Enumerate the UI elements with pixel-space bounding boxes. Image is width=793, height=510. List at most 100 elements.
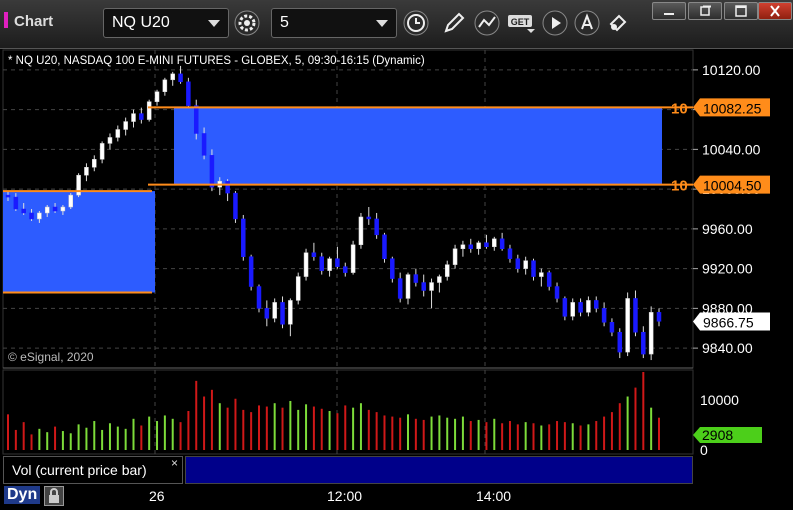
time-label-2pm: 14:00: [476, 488, 512, 504]
candle-body: [311, 252, 317, 257]
candle-body: [539, 272, 544, 277]
candle-body: [5, 194, 11, 198]
candle-body: [264, 308, 270, 319]
candle-body: [546, 272, 552, 287]
candle-body: [468, 244, 474, 249]
candle-body: [429, 282, 434, 291]
candle-body: [319, 256, 324, 271]
candle-body: [162, 79, 168, 92]
volume-axis-label: 0: [700, 442, 708, 458]
candle-body: [335, 258, 340, 267]
candle-body: [609, 322, 615, 333]
candle-body: [52, 206, 58, 212]
candle-body: [648, 312, 654, 355]
candle-body: [248, 256, 254, 287]
lock-icon[interactable]: [44, 486, 64, 506]
price-label: 9840.00: [702, 340, 753, 356]
candle-body: [92, 159, 97, 168]
copyright-text: © eSignal, 2020: [8, 350, 94, 364]
candle-body: [656, 312, 662, 322]
candle-body: [139, 113, 144, 120]
right-zone: [174, 107, 662, 185]
candle-body: [44, 206, 50, 214]
time-label-day: 26: [149, 488, 165, 504]
price-label: 9920.00: [702, 261, 753, 277]
candle-body: [452, 248, 458, 265]
candle-body: [350, 244, 356, 273]
left-zone: [3, 191, 155, 293]
candle-body: [84, 167, 89, 176]
candle-body: [366, 216, 372, 220]
upper-level-marker: 10: [671, 100, 688, 117]
candle-body: [413, 274, 419, 283]
candle-body: [586, 300, 591, 313]
candle-body: [594, 300, 599, 309]
dynamic-mode-label[interactable]: Dyn: [4, 486, 41, 504]
volume-axis-label: 10000: [700, 392, 739, 408]
candle-body: [241, 218, 246, 257]
price-label: 10120.00: [702, 62, 761, 78]
candle-body: [107, 137, 113, 144]
candle-body: [288, 300, 293, 325]
candle-body: [178, 73, 183, 83]
candle-body: [280, 302, 285, 325]
lock-glyph: [49, 488, 59, 503]
candle-body: [201, 133, 207, 156]
candle-body: [507, 248, 513, 259]
candle-body: [13, 196, 19, 210]
candle-body: [625, 298, 630, 353]
candle-body: [256, 286, 262, 309]
candle-body: [170, 73, 175, 81]
volume-study-label[interactable]: Vol (current price bar): [3, 456, 183, 484]
candle-body: [397, 278, 403, 299]
candle-body: [154, 91, 160, 102]
candle-body: [225, 180, 230, 194]
candle-body: [374, 218, 379, 236]
candle-body: [146, 101, 152, 120]
candle-body: [554, 286, 560, 299]
candle-body: [390, 258, 395, 279]
time-label-noon: 12:00: [327, 488, 363, 504]
candle-body: [601, 308, 607, 323]
candle-body: [578, 302, 583, 313]
candle-body: [193, 105, 199, 134]
candle-body: [460, 244, 466, 249]
chart-window: Chart NQ U20 5 GET 10120.00 10040.00 996…: [0, 0, 793, 510]
candle-body: [209, 155, 215, 188]
candle-body: [327, 258, 332, 271]
candle-body: [633, 298, 638, 333]
candle-body: [405, 274, 411, 299]
candle-body: [29, 212, 34, 220]
candle-body: [523, 260, 528, 269]
candle-body: [617, 331, 623, 353]
lower-level-marker: 10: [671, 178, 688, 195]
candle-body: [303, 252, 309, 277]
last-price-tag-text: 9866.75: [703, 315, 754, 331]
close-study-icon[interactable]: ×: [171, 456, 178, 470]
chart-title: * NQ U20, NASDAQ 100 E-MINI FUTURES - GL…: [8, 55, 425, 67]
candle-body: [570, 302, 575, 317]
candle-body: [295, 276, 301, 301]
candle-body: [444, 264, 450, 277]
candle-body: [60, 206, 66, 212]
candle-body: [343, 266, 348, 273]
candle-body: [421, 282, 426, 291]
volume-panel[interactable]: [2, 369, 694, 455]
candle-body: [499, 238, 505, 249]
candle-body: [515, 258, 521, 269]
candle-body: [115, 129, 121, 138]
candle-body: [358, 216, 364, 246]
candle-body: [68, 194, 73, 208]
candle-body: [531, 260, 536, 277]
upper-level-tag-text: 10082.25: [703, 100, 762, 116]
price-chart[interactable]: 10120.0010080.0010040.0010000.009960.009…: [0, 0, 793, 510]
candle-body: [492, 238, 497, 248]
candle-body: [484, 242, 489, 248]
price-label: 9960.00: [702, 221, 753, 237]
candle-body: [562, 298, 568, 317]
lower-level-tag-text: 10004.50: [703, 178, 762, 194]
candle-body: [476, 242, 481, 250]
candle-body: [123, 121, 128, 130]
study-entry-field[interactable]: [185, 456, 693, 484]
candle-body: [131, 113, 136, 122]
